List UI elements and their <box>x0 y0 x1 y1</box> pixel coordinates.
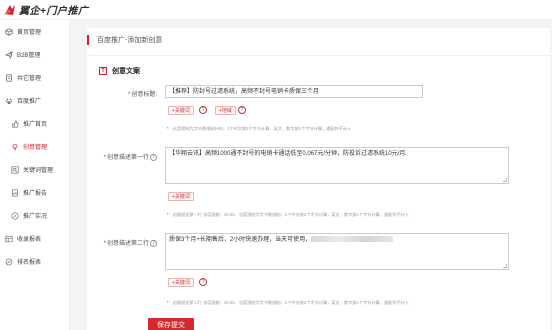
sidebar-item-label: 黄页管理 <box>17 30 42 36</box>
divider <box>87 55 550 56</box>
text-format-icon: T <box>99 67 107 75</box>
line1-label: *创意描述第一行? <box>87 152 157 161</box>
sidebar-item[interactable]: 排名报表 <box>0 250 69 273</box>
line1-textarea[interactable]: 【华翔云讯】高频1000通不封号的电销卡通话低至0.067元/分钟，防投诉过滤系… <box>165 147 509 184</box>
title-input[interactable]: 【推荐】防封号过滤系统，高频不封号电销卡质保三个月 <box>165 85 423 98</box>
line2-textarea[interactable]: 质保3个月+长期售后，2小时快速办理，当天可使用， <box>165 233 509 270</box>
sidebar: 黄页管理 B2B管理共它管理百度推广推广首页创意管理关键词管理推广报告推广实况收录… <box>0 20 70 330</box>
resize-handle-icon[interactable] <box>503 178 507 182</box>
brand-logo[interactable]: 翼企+门户推广 <box>0 2 88 17</box>
breadcrumb: 百度推广-添加新创意 <box>87 34 162 46</box>
content-panel: 百度推广-添加新创意 T 创意文案 *创意标题: 【推荐】防封号过滤系统，高频不… <box>87 28 550 330</box>
title-input-value: 【推荐】防封号过滤系统，高频不封号电销卡质保三个月 <box>169 89 320 95</box>
line2-add-keyword-button[interactable]: +关键词 <box>168 278 194 287</box>
help-icon[interactable]: ? <box>238 106 246 114</box>
help-icon[interactable]: ? <box>199 106 207 114</box>
help-icon[interactable]: ? <box>199 278 207 286</box>
sidebar-item[interactable]: 推广首页 <box>0 112 69 135</box>
thumb-icon <box>10 119 19 128</box>
sidebar-item[interactable]: 黄页管理 <box>0 20 69 43</box>
sidebar-item-label: 百度推广 <box>17 99 42 105</box>
line2-label: *创意描述第二行? <box>87 238 157 247</box>
line1-textarea-value: 【华翔云讯】高频1000通不封号的电销卡通话低至0.067元/分钟，防投诉过滤系… <box>169 151 408 157</box>
title-add-region-button[interactable]: +地域 <box>215 106 236 115</box>
line1-hint: * 创意描述第一行 长度限制：29,80，长度限制为字节数限制，1个中文按2个字节… <box>167 212 410 217</box>
redacted-text <box>311 236 394 243</box>
title-hint: * 长度限制为字节数限制9-50，1个中文按2个字节计算，英文、数字按1个字节计算… <box>167 126 352 131</box>
sidebar-item-label: 排名报表 <box>17 260 42 266</box>
sidebar-item-label: 推广报告 <box>23 191 48 197</box>
line2-hint: * 创意描述第二行 长度限制：29,80，长度限制为字节数限制，1个中文按2个字节… <box>167 300 410 305</box>
sidebar-item-label: 推广首页 <box>23 122 48 128</box>
rank-icon <box>4 257 13 266</box>
breadcrumb-accent-bar <box>87 35 89 45</box>
help-icon[interactable]: ? <box>150 153 157 161</box>
sidebar-item[interactable]: 推广实况 <box>0 204 69 227</box>
brand-name: 翼企+门户推广 <box>19 6 89 17</box>
breadcrumb-text: 百度推广-添加新创意 <box>97 37 163 44</box>
top-bar: 翼企+门户推广 <box>0 0 552 20</box>
sidebar-item[interactable]: 收录报表 <box>0 227 69 250</box>
search-icon <box>10 165 19 174</box>
sidebar-item-label: 创意管理 <box>23 145 48 151</box>
resize-handle-icon[interactable] <box>503 264 507 268</box>
send-icon <box>4 50 13 59</box>
line1-add-keyword-button[interactable]: +关键词 <box>168 192 194 201</box>
bulb-icon <box>10 142 19 151</box>
report-icon <box>10 188 19 197</box>
cube-icon <box>4 27 13 36</box>
doc-icon <box>4 73 13 82</box>
compass-icon <box>10 211 19 220</box>
logo-mark-icon <box>3 3 17 17</box>
paw-icon <box>4 96 13 105</box>
sidebar-item-label: 收录报表 <box>17 237 42 243</box>
line2-textarea-value: 质保3个月+长期售后，2小时快速办理，当天可使用， <box>169 237 312 243</box>
sidebar-item[interactable]: 共它管理 <box>0 66 69 89</box>
sidebar-item-label: B2B管理 <box>17 53 41 59</box>
title-add-keyword-button[interactable]: +关键词 <box>168 106 194 115</box>
sidebar-item[interactable]: 推广报告 <box>0 181 69 204</box>
sidebar-item-label: 推广实况 <box>23 214 48 220</box>
sidebar-item[interactable]: B2B管理 <box>0 43 69 66</box>
title-label: *创意标题: <box>127 92 157 98</box>
section-title: T 创意文案 <box>99 66 140 76</box>
section-title-text: 创意文案 <box>112 68 140 75</box>
table-icon <box>4 234 13 243</box>
sidebar-item[interactable]: 创意管理 <box>0 135 69 158</box>
sidebar-item-label: 关键词管理 <box>23 168 54 174</box>
sidebar-item-label: 共它管理 <box>17 76 42 82</box>
sidebar-item[interactable]: 关键词管理 <box>0 158 69 181</box>
save-submit-button[interactable]: 保存提交 <box>148 318 194 330</box>
help-icon[interactable]: ? <box>150 239 157 247</box>
sidebar-item[interactable]: 百度推广 <box>0 89 69 112</box>
main-area: 百度推广-添加新创意 T 创意文案 *创意标题: 【推荐】防封号过滤系统，高频不… <box>70 20 552 330</box>
